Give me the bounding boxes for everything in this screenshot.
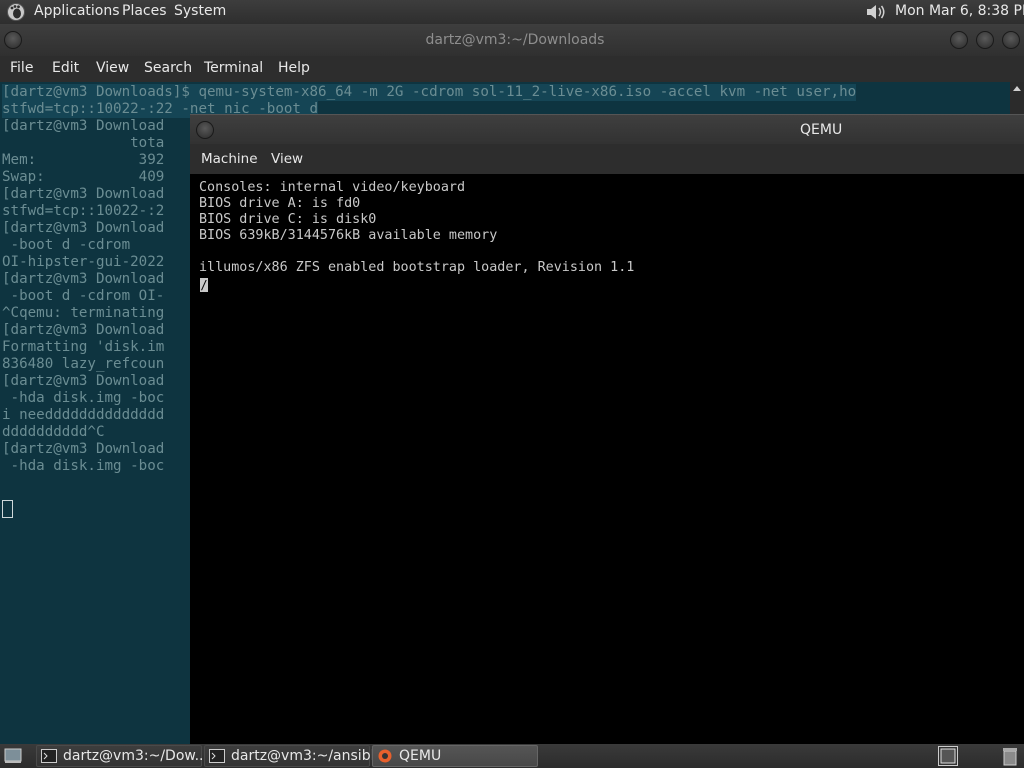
- console-line: Consoles: internal video/keyboard: [199, 180, 466, 195]
- qemu-icon: [378, 749, 392, 763]
- menu-machine[interactable]: Machine: [201, 151, 258, 167]
- terminal-line: -hda disk.img -boc: [2, 458, 165, 474]
- qemu-window: QEMU Machine View Consoles: internal vid…: [190, 114, 1024, 744]
- places-menu[interactable]: Places: [122, 3, 167, 19]
- console-line: BIOS drive A: is fd0: [199, 196, 361, 211]
- terminal-line: 836480 lazy_refcoun: [2, 356, 165, 372]
- gnome-foot-icon[interactable]: [6, 2, 26, 22]
- taskbar-item-label: dartz@vm3:~/ansible: [231, 748, 384, 764]
- terminal-line: stfwd=tcp::10022-:2: [2, 203, 165, 219]
- trash-icon[interactable]: [1002, 746, 1018, 766]
- menu-help[interactable]: Help: [278, 60, 310, 76]
- terminal-icon: [209, 749, 225, 763]
- terminal-line: Formatting 'disk.im: [2, 339, 165, 355]
- close-button[interactable]: [1002, 31, 1020, 49]
- terminal-line: [dartz@vm3 Download: [2, 220, 165, 236]
- terminal-line: [dartz@vm3 Download: [2, 373, 165, 389]
- terminal-line: tota: [2, 135, 165, 151]
- qemu-vm-display[interactable]: Consoles: internal video/keyboard BIOS d…: [192, 174, 1024, 744]
- terminal-titlebar[interactable]: dartz@vm3:~/Downloads: [0, 24, 1024, 56]
- terminal-line: -boot d -cdrom: [2, 237, 131, 253]
- menu-edit[interactable]: Edit: [52, 60, 79, 76]
- qemu-title: QEMU: [800, 122, 843, 138]
- scroll-up-arrow-icon[interactable]: [1013, 86, 1021, 91]
- volume-speaker-icon[interactable]: [864, 2, 888, 22]
- terminal-line: -boot d -cdrom OI-: [2, 288, 165, 304]
- taskbar-item-qemu[interactable]: QEMU: [372, 745, 538, 767]
- top-panel: Applications Places System Mon Mar 6, 8:…: [0, 0, 1024, 24]
- show-desktop-icon[interactable]: [4, 747, 22, 764]
- taskbar-item-label: dartz@vm3:~/Dow...: [63, 748, 208, 764]
- system-menu[interactable]: System: [174, 3, 226, 19]
- terminal-line: i needddddddddddddd: [2, 407, 165, 423]
- terminal-line: [dartz@vm3 Download: [2, 322, 165, 338]
- console-line: illumos/x86 ZFS enabled bootstrap loader…: [199, 260, 635, 275]
- terminal-line: -hda disk.img -boc: [2, 390, 165, 406]
- taskbar-item-terminal-downloads[interactable]: dartz@vm3:~/Dow...: [36, 745, 208, 767]
- taskbar-item-terminal-ansible[interactable]: dartz@vm3:~/ansible: [204, 745, 383, 767]
- minimize-button[interactable]: [950, 31, 968, 49]
- terminal-line: Swap: 409: [2, 169, 165, 185]
- menu-view[interactable]: View: [96, 60, 129, 76]
- taskbar-item-label: QEMU: [399, 748, 442, 764]
- terminal-line: ^Cqemu: terminating: [2, 305, 165, 321]
- clock[interactable]: Mon Mar 6, 8:38 PM: [895, 3, 1024, 19]
- terminal-line: Mem: 392: [2, 152, 165, 168]
- applications-menu[interactable]: Applications: [34, 3, 120, 19]
- terminal-line: OI-hipster-gui-2022: [2, 254, 165, 270]
- terminal-cursor: [2, 500, 13, 518]
- terminal-line: [dartz@vm3 Download: [2, 441, 165, 457]
- terminal-line: [dartz@vm3 Download: [2, 186, 165, 202]
- console-spinner-cursor: /: [200, 278, 208, 292]
- console-line: BIOS 639kB/3144576kB available memory: [199, 228, 498, 243]
- terminal-title: dartz@vm3:~/Downloads: [425, 32, 605, 48]
- qemu-menubar: Machine View: [190, 144, 1024, 174]
- qemu-titlebar[interactable]: QEMU: [190, 114, 1024, 144]
- window-menu-icon[interactable]: [196, 121, 214, 139]
- terminal-line: dddddddddd^C: [2, 424, 105, 440]
- menu-search[interactable]: Search: [144, 60, 192, 76]
- menu-terminal[interactable]: Terminal: [204, 60, 263, 76]
- terminal-icon: [41, 749, 57, 763]
- maximize-button[interactable]: [976, 31, 994, 49]
- terminal-line: [dartz@vm3 Download: [2, 118, 165, 134]
- workspace-switcher-icon[interactable]: [938, 746, 958, 766]
- bottom-panel: dartz@vm3:~/Dow... dartz@vm3:~/ansible Q…: [0, 744, 1024, 768]
- terminal-line: [dartz@vm3 Download: [2, 271, 165, 287]
- terminal-menubar: File Edit View Search Terminal Help: [0, 56, 1024, 82]
- menu-view[interactable]: View: [271, 151, 303, 167]
- console-line: BIOS drive C: is disk0: [199, 212, 377, 227]
- menu-file[interactable]: File: [10, 60, 33, 76]
- terminal-line: [dartz@vm3 Downloads]$ qemu-system-x86_6…: [2, 84, 857, 101]
